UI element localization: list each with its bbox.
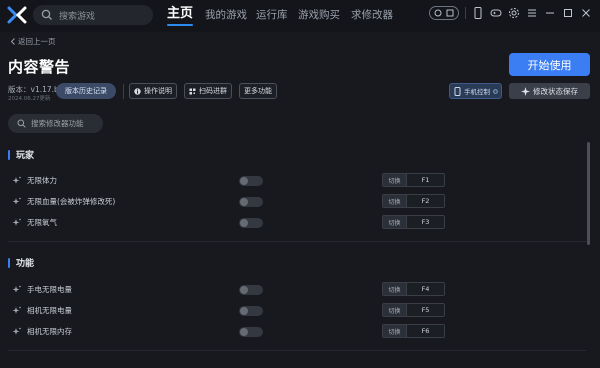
phone-icon[interactable] bbox=[472, 7, 484, 19]
hotkey-key: F5 bbox=[407, 304, 444, 316]
minimize-icon[interactable] bbox=[544, 7, 556, 19]
sparkle-icon bbox=[12, 218, 21, 226]
cheat-label: 无限体力 bbox=[27, 176, 57, 185]
cheat-toggle[interactable] bbox=[239, 197, 263, 207]
phone-icon bbox=[454, 86, 461, 96]
hotkey-action: 切换 bbox=[383, 195, 407, 207]
hotkey-action: 切换 bbox=[383, 325, 407, 337]
game-search-input[interactable]: 搜索游戏 bbox=[33, 5, 153, 25]
nav-my-games[interactable]: 我的游戏 bbox=[205, 7, 247, 23]
section-accent-bar bbox=[8, 149, 10, 160]
qr-code-icon bbox=[189, 88, 196, 94]
back-link[interactable]: 返回上一页 bbox=[10, 36, 56, 47]
maximize-icon[interactable] bbox=[562, 7, 574, 19]
hotkey-key: F2 bbox=[407, 195, 444, 207]
cheat-toggle[interactable] bbox=[239, 285, 263, 295]
section-divider bbox=[8, 350, 586, 351]
cheat-toggle[interactable] bbox=[239, 306, 263, 316]
hotkey-binding[interactable]: 切换 F3 bbox=[382, 215, 445, 229]
sparkle-icon bbox=[12, 327, 21, 335]
section-accent-bar bbox=[8, 257, 10, 268]
scrollbar-thumb[interactable] bbox=[587, 142, 590, 245]
join-group-label: 扫码进群 bbox=[199, 87, 227, 95]
section-player-header: 玩家 bbox=[8, 148, 34, 161]
hotkey-action: 切换 bbox=[383, 174, 407, 186]
cheat-label: 无限血量(会被炸弹修改死) bbox=[27, 197, 116, 206]
instructions-button[interactable]: 操作说明 bbox=[129, 83, 177, 99]
save-state-label: 修改状态保存 bbox=[533, 86, 578, 96]
back-link-label: 返回上一页 bbox=[18, 37, 56, 46]
version-date: 2024.06.27更新 bbox=[8, 96, 51, 102]
trainer-search-placeholder: 搜索修改器功能 bbox=[31, 119, 84, 128]
version-history-button[interactable]: 版本历史记录 bbox=[56, 83, 116, 99]
settings-icon bbox=[493, 88, 498, 94]
sparkle-icon bbox=[12, 306, 21, 314]
cheat-row: 无限血量(会被炸弹修改死) 切换 F2 bbox=[0, 193, 586, 213]
hotkey-action: 切换 bbox=[383, 283, 407, 295]
cheat-row: 无限氧气 切换 F3 bbox=[0, 214, 586, 234]
phone-control-button[interactable]: 手机控制 bbox=[449, 83, 502, 99]
title-bar: 搜索游戏 主页 我的游戏 运行库 游戏购买 求修改器 bbox=[0, 0, 600, 32]
more-features-label: 更多功能 bbox=[244, 87, 272, 95]
section-divider bbox=[8, 241, 586, 242]
nav-game-purchase[interactable]: 游戏购买 bbox=[298, 7, 340, 23]
nav-home[interactable]: 主页 bbox=[167, 6, 194, 26]
hotkey-binding[interactable]: 切换 F5 bbox=[382, 303, 445, 317]
save-state-button[interactable]: 修改状态保存 bbox=[509, 83, 590, 99]
cheat-label: 无限氧气 bbox=[27, 218, 57, 227]
app-logo-icon[interactable] bbox=[6, 4, 28, 26]
start-button[interactable]: 开始使用 bbox=[509, 53, 590, 76]
cheat-toggle[interactable] bbox=[239, 176, 263, 186]
cheat-row: 手电无限电量 切换 F4 bbox=[0, 281, 586, 301]
join-group-button[interactable]: 扫码进群 bbox=[184, 83, 232, 99]
nav-request-trainer[interactable]: 求修改器 bbox=[351, 7, 393, 23]
cheat-toggle[interactable] bbox=[239, 327, 263, 337]
nav-runtime[interactable]: 运行库 bbox=[256, 7, 288, 23]
hotkey-binding[interactable]: 切换 F4 bbox=[382, 282, 445, 296]
hotkey-binding[interactable]: 切换 F6 bbox=[382, 324, 445, 338]
hotkey-binding[interactable]: 切换 F2 bbox=[382, 194, 445, 208]
instructions-label: 操作说明 bbox=[144, 87, 172, 95]
hotkey-action: 切换 bbox=[383, 216, 407, 228]
settings-icon[interactable] bbox=[508, 7, 520, 19]
sparkle-icon bbox=[12, 176, 21, 184]
sparkle-icon bbox=[12, 197, 21, 205]
cheat-label: 手电无限电量 bbox=[27, 285, 72, 294]
section-features-header: 功能 bbox=[8, 256, 34, 269]
section-player-title: 玩家 bbox=[16, 151, 35, 161]
close-icon[interactable] bbox=[580, 7, 592, 19]
hotkey-key: F1 bbox=[407, 174, 444, 186]
hotkey-key: F4 bbox=[407, 283, 444, 295]
hotkey-key: F6 bbox=[407, 325, 444, 337]
cheat-label: 相机无限电量 bbox=[27, 306, 72, 315]
cheat-row: 无限体力 切换 F1 bbox=[0, 172, 586, 192]
more-features-button[interactable]: 更多功能 bbox=[239, 83, 277, 99]
titlebar-divider bbox=[465, 7, 466, 19]
game-search-placeholder: 搜索游戏 bbox=[59, 11, 96, 22]
section-features-title: 功能 bbox=[16, 259, 35, 269]
toolbar-divider bbox=[123, 84, 124, 99]
hotkey-binding[interactable]: 切换 F1 bbox=[382, 173, 445, 187]
cheat-row: 相机无限电量 切换 F5 bbox=[0, 302, 586, 322]
phone-control-label: 手机控制 bbox=[464, 88, 490, 96]
page-title: 内容警告 bbox=[8, 58, 71, 76]
window-controls bbox=[429, 5, 592, 21]
cheat-label: 相机无限内存 bbox=[27, 327, 72, 336]
info-icon bbox=[134, 87, 141, 95]
chevron-left-icon bbox=[10, 38, 15, 45]
hotkey-key: F3 bbox=[407, 216, 444, 228]
cheat-row: 相机无限内存 切换 F6 bbox=[0, 323, 586, 343]
theme-toggle-icon[interactable] bbox=[429, 6, 459, 20]
cheat-toggle[interactable] bbox=[239, 218, 263, 228]
search-icon bbox=[17, 119, 26, 128]
sparkle-icon bbox=[521, 86, 530, 96]
menu-icon[interactable] bbox=[526, 7, 538, 19]
trainer-search-input[interactable]: 搜索修改器功能 bbox=[8, 114, 103, 133]
search-icon bbox=[41, 9, 52, 20]
gamepad-icon[interactable] bbox=[490, 7, 502, 19]
hotkey-action: 切换 bbox=[383, 304, 407, 316]
sparkle-icon bbox=[12, 285, 21, 293]
